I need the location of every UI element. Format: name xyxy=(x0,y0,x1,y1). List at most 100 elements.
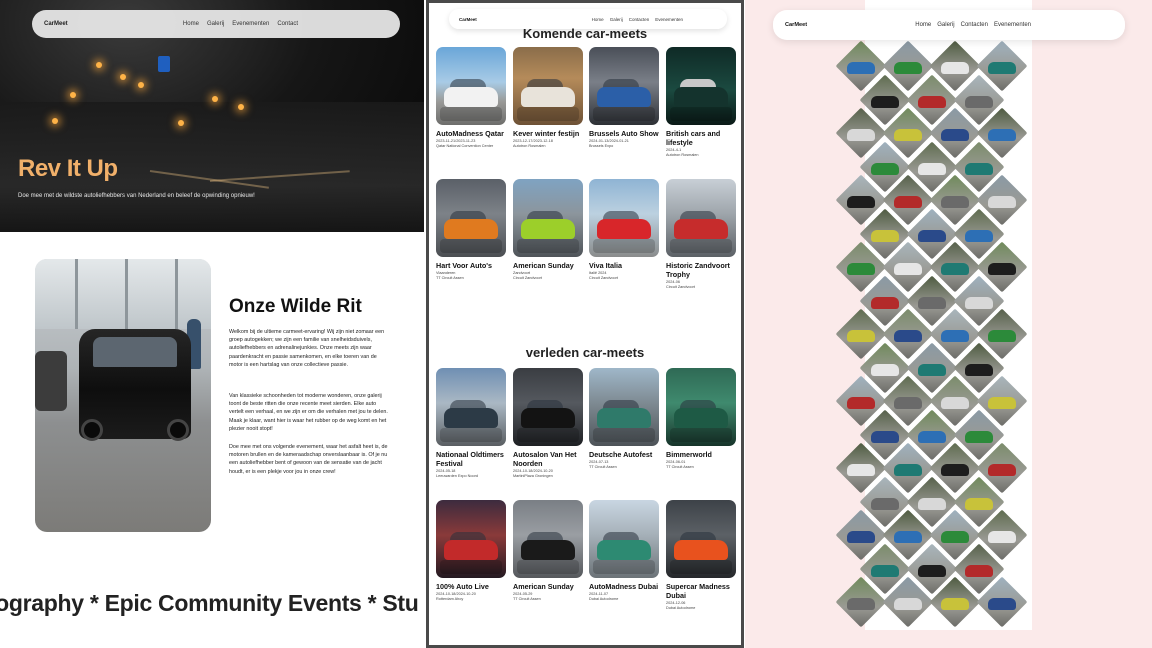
event-name: Supercar Madness Dubai xyxy=(666,582,730,600)
event-name: Historic Zandvoort Trophy xyxy=(666,261,730,279)
event-image xyxy=(513,179,583,257)
hero-light xyxy=(70,92,76,98)
nav-links: Home Galerij Evenementen Contact xyxy=(183,21,298,27)
hall-beam xyxy=(75,259,78,329)
event-card[interactable]: American Sunday Zandvoort Circuit Zandvo… xyxy=(513,179,585,280)
events-page-screenshot: CarMeet Home Galerij Contacten Evenement… xyxy=(426,0,744,648)
brand-logo[interactable]: CarMeet xyxy=(785,22,807,28)
event-date: 2024-07-13 xyxy=(589,460,609,464)
event-name: Nationaal Oldtimers Festival xyxy=(436,450,504,468)
hall-beam xyxy=(175,259,178,329)
event-image xyxy=(666,47,736,125)
nav-link-evenementen[interactable]: Evenementen xyxy=(994,22,1031,28)
hero-subtitle: Doe mee met de wildste autoliefhebbers v… xyxy=(18,193,255,199)
event-location: Autotron Rosmalen xyxy=(666,153,699,157)
event-card[interactable]: 100% Auto Live 2024-10-18/2024-10-20 Rot… xyxy=(436,500,508,601)
event-location: Circuit Zandvoort xyxy=(513,276,542,280)
event-image xyxy=(513,47,583,125)
event-name: Viva Italia xyxy=(589,261,623,270)
event-name: Kever winter festijn xyxy=(513,129,580,138)
about-paragraph: Van klassieke schoonheden tot moderne wo… xyxy=(229,393,388,432)
event-name: Hart Voor Auto's xyxy=(436,261,493,270)
event-image xyxy=(436,47,506,125)
event-name: American Sunday xyxy=(513,582,574,591)
event-date: 2024-05-29 xyxy=(513,592,533,596)
event-name: American Sunday xyxy=(513,261,574,270)
hero-title: Rev It Up xyxy=(18,155,118,182)
event-location: Qatar National Convention Center xyxy=(436,144,494,148)
hero-light xyxy=(178,120,184,126)
event-name: British cars and lifestyle xyxy=(666,129,721,147)
event-card[interactable]: Historic Zandvoort Trophy 2024-06 Circui… xyxy=(666,179,738,289)
event-location: TT Circuit Assen xyxy=(666,465,694,469)
event-card[interactable]: AutoMadness Dubai 2024-11-07 Dubai Autod… xyxy=(589,500,661,601)
event-location: Autotron Rosmalen xyxy=(513,144,546,148)
nav-link-evenementen[interactable]: Evenementen xyxy=(655,17,683,22)
nav-link-contacten[interactable]: Contacten xyxy=(961,22,988,28)
event-location: Dubai Autodrome xyxy=(666,606,696,610)
event-name: Autosalon Van Het Noorden xyxy=(513,450,577,468)
event-image xyxy=(436,368,506,446)
event-date: 2024-01-13/2024-01-21 xyxy=(589,139,629,143)
hero-light xyxy=(238,104,244,110)
event-date: 2023-12-17/2023-12-18 xyxy=(513,139,553,143)
event-card[interactable]: Kever winter festijn 2023-12-17/2023-12-… xyxy=(513,47,585,148)
event-card[interactable]: Deutsche Autofest 2024-07-13 TT Circuit … xyxy=(589,368,661,469)
about-car-photo xyxy=(35,259,211,532)
brand-logo[interactable]: CarMeet xyxy=(44,21,68,27)
event-card[interactable]: Supercar Madness Dubai 2024-12-06 Dubai … xyxy=(666,500,738,610)
event-location: Circuit Zandvoort xyxy=(589,276,618,280)
event-location: MartiniPlaza Groningen xyxy=(513,474,553,478)
event-image xyxy=(436,500,506,578)
event-card[interactable]: Autosalon Van Het Noorden 2024-10-18/202… xyxy=(513,368,585,478)
event-card[interactable]: Hart Voor Auto's Vlaanderen TT Circuit A… xyxy=(436,179,508,280)
event-card[interactable]: British cars and lifestyle 2024-4-1 Auto… xyxy=(666,47,738,157)
event-image xyxy=(436,179,506,257)
event-card[interactable]: Bimmerworld 2024-06-01 TT Circuit Assen xyxy=(666,368,738,469)
nav-link-evenementen[interactable]: Evenementen xyxy=(232,21,269,27)
event-card[interactable]: Brussels Auto Show 2024-01-13/2024-01-21… xyxy=(589,47,661,148)
event-card[interactable]: American Sunday 2024-05-29 TT Circuit As… xyxy=(513,500,585,601)
home-page-screenshot: CarMeet Home Galerij Evenementen Contact… xyxy=(0,0,424,648)
nav-link-home[interactable]: Home xyxy=(183,21,199,27)
hero-light xyxy=(212,96,218,102)
event-image xyxy=(666,179,736,257)
nav-link-galerij[interactable]: Galerij xyxy=(610,17,623,22)
event-date: Zandvoort xyxy=(513,271,531,275)
event-location: TT Circuit Assen xyxy=(589,465,617,469)
event-date: 2023-11-21/2023-11-23 xyxy=(436,139,476,143)
nav-link-home[interactable]: Home xyxy=(592,17,604,22)
parking-sign xyxy=(158,56,170,72)
gallery-page-screenshot: CarMeet Home Galerij Contacten Evenement… xyxy=(745,0,1152,648)
event-image xyxy=(589,47,659,125)
event-card[interactable]: Viva Italia Italië 2024 Circuit Zandvoor… xyxy=(589,179,661,280)
car-wheel xyxy=(167,419,189,441)
brand-logo[interactable]: CarMeet xyxy=(459,17,477,22)
hero-light xyxy=(96,62,102,68)
event-card[interactable]: Nationaal Oldtimers Festival 2024-05-18 … xyxy=(436,368,508,478)
hero-light xyxy=(138,82,144,88)
top-navbar: CarMeet Home Galerij Evenementen Contact xyxy=(32,10,400,38)
event-image xyxy=(589,179,659,257)
nav-link-contact[interactable]: Contact xyxy=(277,21,298,27)
background-car xyxy=(35,351,67,411)
event-location: Dubai Autodrome xyxy=(589,597,619,601)
event-card[interactable]: AutoMadness Qatar 2023-11-21/2023-11-23 … xyxy=(436,47,508,148)
event-date: 2024-11-07 xyxy=(589,592,609,596)
nav-link-contacten[interactable]: Contacten xyxy=(629,17,650,22)
event-image xyxy=(513,368,583,446)
event-image xyxy=(666,368,736,446)
nav-link-galerij[interactable]: Galerij xyxy=(207,21,224,27)
hall-roof xyxy=(35,259,211,329)
hero-light xyxy=(52,118,58,124)
past-section-title: verleden car-meets xyxy=(525,345,645,360)
about-title: Onze Wilde Rit xyxy=(229,296,362,317)
event-name: Deutsche Autofest xyxy=(589,450,653,459)
event-location: TT Circuit Assen xyxy=(513,597,541,601)
nav-link-home[interactable]: Home xyxy=(915,22,931,28)
car-windshield xyxy=(93,337,177,367)
event-name: AutoMadness Qatar xyxy=(436,129,504,138)
event-date: 2024-12-06 xyxy=(666,601,686,605)
nav-link-galerij[interactable]: Galerij xyxy=(937,22,954,28)
event-date: 2024-10-18/2024-10-20 xyxy=(436,592,476,596)
